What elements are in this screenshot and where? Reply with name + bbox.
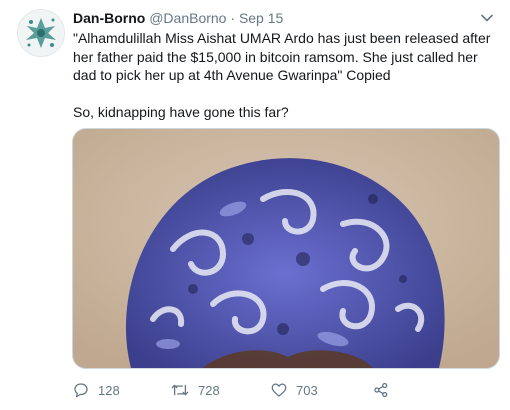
reply-count: 128 <box>98 382 120 398</box>
display-name[interactable]: Dan-Borno <box>73 10 145 26</box>
heart-icon <box>271 383 287 397</box>
tweet-date[interactable]: Sep 15 <box>239 10 283 26</box>
retweet-icon <box>171 384 189 396</box>
chevron-down-icon[interactable] <box>480 11 494 25</box>
tweet-text: "Alhamdulillah Miss Aishat UMAR Ardo has… <box>73 29 503 121</box>
tweet-text-comment: So, kidnapping have gone this far? <box>73 103 289 120</box>
like-button[interactable]: 703 <box>270 378 318 402</box>
like-count: 703 <box>296 382 318 398</box>
share-icon <box>374 382 388 398</box>
separator-dot: · <box>230 10 236 26</box>
reply-button[interactable]: 128 <box>72 378 120 402</box>
avatar-image <box>18 10 64 56</box>
tweet-header: Dan-Borno @DanBorno · Sep 15 <box>73 9 490 27</box>
photo-headwrap-image <box>73 129 499 368</box>
user-handle[interactable]: @DanBorno <box>149 10 226 26</box>
avatar[interactable] <box>17 9 65 57</box>
retweet-count: 728 <box>198 382 220 398</box>
share-button[interactable] <box>372 378 390 402</box>
reply-icon <box>74 383 88 398</box>
tweet[interactable]: Dan-Borno @DanBorno · Sep 15 "Alhamdulil… <box>0 0 510 410</box>
retweet-button[interactable]: 728 <box>170 378 220 402</box>
tweet-photo[interactable] <box>72 128 500 369</box>
tweet-actions: 128 728 703 <box>72 378 492 402</box>
tweet-text-quote: "Alhamdulillah Miss Aishat UMAR Ardo has… <box>73 30 491 83</box>
